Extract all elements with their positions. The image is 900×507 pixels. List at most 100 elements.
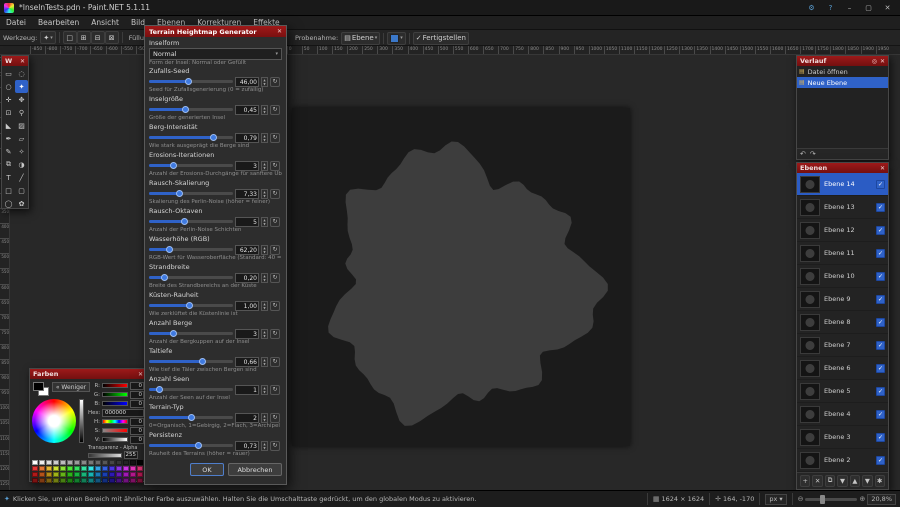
selection-xor-button[interactable]: ⊠ bbox=[105, 31, 119, 44]
selection-subtract-button[interactable]: ⊟ bbox=[91, 31, 105, 44]
param-reset-button[interactable]: ↻ bbox=[270, 77, 280, 87]
palette-swatch[interactable] bbox=[137, 478, 143, 483]
slider-thumb-icon[interactable] bbox=[181, 218, 188, 225]
palette-swatch[interactable] bbox=[123, 472, 129, 477]
spinner-down-icon[interactable]: ▼ bbox=[263, 334, 265, 338]
close-icon[interactable]: ✕ bbox=[880, 165, 885, 172]
ok-button[interactable]: OK bbox=[190, 463, 224, 476]
s-value-input[interactable]: 0 bbox=[130, 427, 144, 435]
palette-swatch[interactable] bbox=[39, 478, 45, 483]
palette-swatch[interactable] bbox=[74, 472, 80, 477]
palette-swatch[interactable] bbox=[123, 460, 129, 465]
finish-button[interactable]: ✓Fertigstellen bbox=[413, 32, 469, 45]
param-spinner[interactable]: ▲▼ bbox=[261, 245, 268, 255]
tool-ellipse[interactable]: ◯ bbox=[2, 197, 15, 210]
palette-swatch[interactable] bbox=[116, 472, 122, 477]
param-slider[interactable] bbox=[149, 444, 233, 447]
param-reset-button[interactable]: ↻ bbox=[270, 217, 280, 227]
selection-replace-button[interactable]: □ bbox=[63, 31, 77, 44]
palette-swatch[interactable] bbox=[53, 472, 59, 477]
b-value-input[interactable]: 0 bbox=[130, 400, 144, 408]
param-slider[interactable] bbox=[149, 388, 233, 391]
tool-zoom[interactable]: ⚲ bbox=[15, 106, 28, 119]
param-value-input[interactable]: 62,20 bbox=[235, 245, 259, 255]
param-reset-button[interactable]: ↻ bbox=[270, 329, 280, 339]
palette-swatch[interactable] bbox=[46, 478, 52, 483]
layer-visibility-checkbox[interactable]: ✓ bbox=[876, 295, 885, 304]
param-slider[interactable] bbox=[149, 220, 233, 223]
slider-thumb-icon[interactable] bbox=[170, 162, 177, 169]
param-slider[interactable] bbox=[149, 108, 233, 111]
g-slider[interactable] bbox=[102, 392, 128, 397]
tool-move-pixels[interactable]: ✥ bbox=[15, 93, 28, 106]
palette-swatch[interactable] bbox=[116, 460, 122, 465]
layer-visibility-checkbox[interactable]: ✓ bbox=[876, 226, 885, 235]
zoom-in-icon[interactable]: ⊕ bbox=[859, 495, 865, 503]
palette-swatch[interactable] bbox=[74, 466, 80, 471]
palette-swatch[interactable] bbox=[46, 466, 52, 471]
palette-swatch[interactable] bbox=[67, 478, 73, 483]
param-reset-button[interactable]: ↻ bbox=[270, 161, 280, 171]
tools-window-header[interactable]: W ✕ bbox=[2, 56, 28, 66]
param-slider[interactable] bbox=[149, 164, 233, 167]
dialog-titlebar[interactable]: Terrain Heightmap Generator ✕ bbox=[145, 26, 286, 37]
close-button[interactable]: ✕ bbox=[879, 1, 896, 14]
zoom-slider-thumb[interactable] bbox=[820, 495, 825, 504]
settings-gear-icon[interactable]: ⚙ bbox=[803, 1, 820, 14]
palette-swatch[interactable] bbox=[81, 472, 87, 477]
menu-item-datei[interactable]: Datei bbox=[0, 16, 32, 30]
close-icon[interactable]: ✕ bbox=[880, 58, 885, 65]
layer-visibility-checkbox[interactable]: ✓ bbox=[876, 410, 885, 419]
slider-thumb-icon[interactable] bbox=[185, 78, 192, 85]
param-slider[interactable] bbox=[149, 416, 233, 419]
menu-item-ansicht[interactable]: Ansicht bbox=[85, 16, 125, 30]
param-slider[interactable] bbox=[149, 304, 233, 307]
spinner-down-icon[interactable]: ▼ bbox=[263, 110, 265, 114]
tool-gradient[interactable]: ▨ bbox=[15, 119, 28, 132]
move-layer-up-button[interactable]: ▲ bbox=[850, 475, 860, 487]
layer-visibility-checkbox[interactable]: ✓ bbox=[876, 272, 885, 281]
layer-row[interactable]: Ebene 7✓ bbox=[797, 334, 888, 357]
palette-swatch[interactable] bbox=[88, 460, 94, 465]
hex-input[interactable]: 000000 bbox=[102, 409, 144, 417]
palette-swatch[interactable] bbox=[130, 460, 136, 465]
tool-clone-stamp[interactable]: ⧉ bbox=[2, 158, 15, 171]
layer-row[interactable]: Ebene 4✓ bbox=[797, 403, 888, 426]
slider-thumb-icon[interactable] bbox=[156, 386, 163, 393]
param-value-input[interactable]: 5 bbox=[235, 217, 259, 227]
v-value-input[interactable]: 0 bbox=[130, 436, 144, 444]
palette-swatch[interactable] bbox=[116, 478, 122, 483]
s-slider[interactable] bbox=[102, 428, 128, 433]
param-value-input[interactable]: 2 bbox=[235, 413, 259, 423]
param-value-input[interactable]: 7,33 bbox=[235, 189, 259, 199]
delete-layer-button[interactable]: ✕ bbox=[812, 475, 822, 487]
param-spinner[interactable]: ▲▼ bbox=[261, 385, 268, 395]
layer-visibility-checkbox[interactable]: ✓ bbox=[876, 456, 885, 465]
layer-row[interactable]: Ebene 13✓ bbox=[797, 196, 888, 219]
palette-swatch[interactable] bbox=[32, 478, 38, 483]
palette-swatch[interactable] bbox=[137, 460, 143, 465]
spinner-down-icon[interactable]: ▼ bbox=[263, 222, 265, 226]
layer-row[interactable]: Ebene 9✓ bbox=[797, 288, 888, 311]
param-reset-button[interactable]: ↻ bbox=[270, 357, 280, 367]
param-reset-button[interactable]: ↻ bbox=[270, 245, 280, 255]
param-value-input[interactable]: 1 bbox=[235, 385, 259, 395]
param-slider[interactable] bbox=[149, 276, 233, 279]
layer-row[interactable]: Ebene 10✓ bbox=[797, 265, 888, 288]
palette-swatch[interactable] bbox=[81, 466, 87, 471]
tool-pencil[interactable]: ✎ bbox=[2, 145, 15, 158]
alpha-slider[interactable] bbox=[88, 453, 122, 458]
param-value-input[interactable]: 3 bbox=[235, 161, 259, 171]
alpha-value-input[interactable]: 255 bbox=[124, 451, 138, 459]
palette-swatch[interactable] bbox=[60, 472, 66, 477]
tool-color-picker[interactable]: ✧ bbox=[15, 145, 28, 158]
param-value-input[interactable]: 0,66 bbox=[235, 357, 259, 367]
move-layer-down-button[interactable]: ▼ bbox=[862, 475, 872, 487]
close-icon[interactable]: ✕ bbox=[277, 28, 282, 35]
spinner-down-icon[interactable]: ▼ bbox=[263, 362, 265, 366]
spinner-down-icon[interactable]: ▼ bbox=[263, 306, 265, 310]
minimize-button[interactable]: – bbox=[841, 1, 858, 14]
palette-swatch[interactable] bbox=[39, 466, 45, 471]
color-wheel[interactable] bbox=[32, 399, 76, 443]
slider-thumb-icon[interactable] bbox=[170, 330, 177, 337]
